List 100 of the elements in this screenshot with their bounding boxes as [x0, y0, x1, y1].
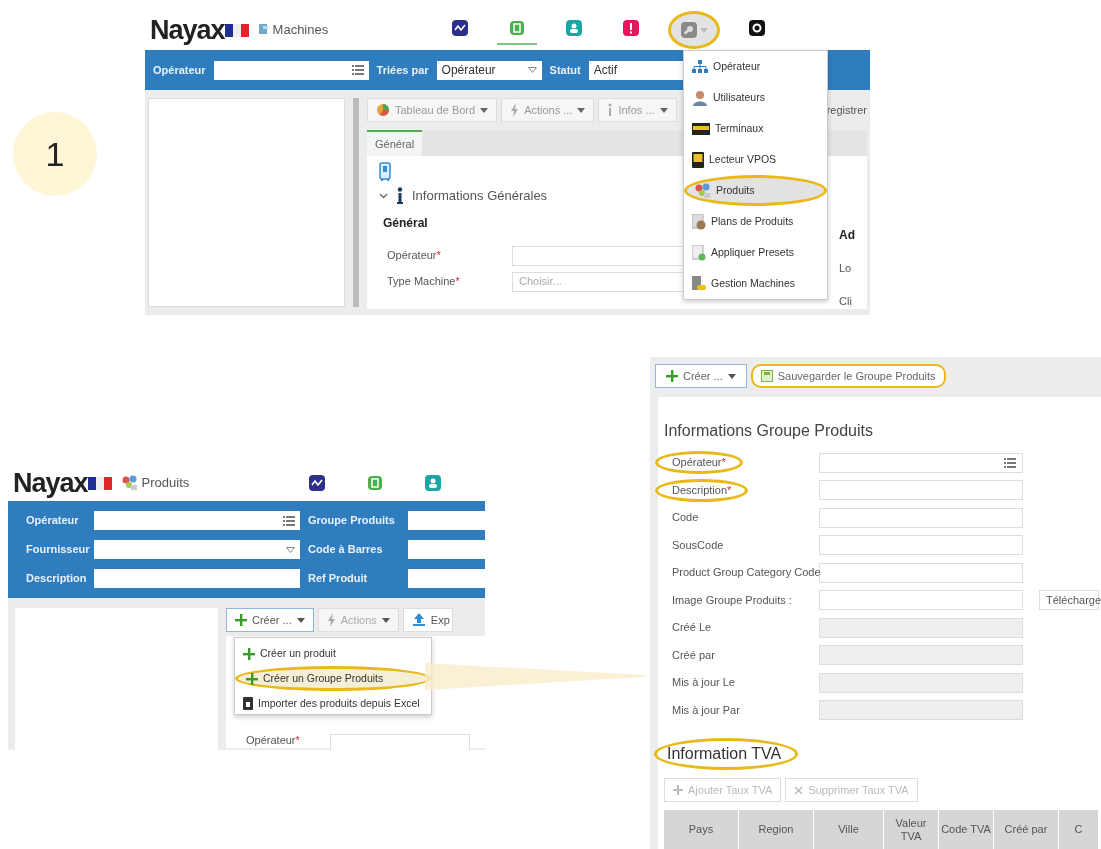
column-header: Créé par [994, 810, 1059, 849]
plus-icon [666, 370, 678, 382]
camera-icon [749, 20, 766, 36]
menu-item[interactable]: Créer un produit [235, 641, 431, 666]
filter-label: Opérateur [153, 62, 206, 78]
upload-button[interactable]: Télécharge [1039, 590, 1099, 611]
input-field[interactable] [819, 535, 1023, 556]
input-field[interactable] [819, 480, 1023, 501]
balloons-icon [695, 182, 711, 199]
field-label: Opérateur* [655, 451, 743, 475]
select-field[interactable] [94, 540, 300, 559]
document-icon [692, 213, 706, 230]
plus-icon [243, 647, 255, 660]
info-icon [396, 186, 404, 205]
column-header: Code TVA [939, 810, 994, 849]
close-icon [794, 785, 804, 795]
list-icon [1004, 457, 1016, 468]
toolbar-button[interactable]: Sauvegarder le Groupe Produits [750, 364, 946, 388]
field-label: Image Groupe Produits : [671, 592, 793, 608]
lookup-field[interactable] [819, 452, 1023, 473]
lightning-icon [510, 103, 520, 117]
chart-icon [452, 20, 469, 36]
toolbar-button[interactable]: Créer ... [226, 608, 314, 632]
text-field[interactable] [408, 540, 485, 559]
text-field[interactable] [94, 569, 300, 588]
field-label: Créé par [671, 647, 716, 663]
flag-icon [87, 475, 114, 491]
list-icon [283, 515, 295, 526]
form-title: Informations Groupe Produits [664, 421, 874, 441]
hierarchy-icon [692, 59, 708, 74]
input-field[interactable] [819, 562, 1023, 583]
lookup-field[interactable] [94, 511, 300, 530]
field-label: Code [671, 510, 700, 526]
tab[interactable]: Général [367, 130, 423, 156]
select-field[interactable]: Opérateur [436, 60, 542, 80]
field-label: Description* [655, 478, 749, 502]
step-number: 1 [13, 112, 97, 196]
people-icon [566, 20, 583, 36]
plus-icon [673, 785, 683, 795]
menu-item[interactable]: Appliquer Presets [684, 237, 827, 268]
terminal-icon [692, 122, 710, 135]
field-label: Opérateur* [246, 732, 300, 748]
text-field[interactable] [408, 569, 485, 588]
field-label: Cli [839, 293, 852, 309]
column-heading: Ad [839, 227, 855, 244]
save-icon [760, 370, 773, 382]
card-reader-icon [692, 151, 704, 168]
menu-item[interactable]: Lecteur VPOS [684, 144, 827, 175]
column-header: Region [739, 810, 814, 849]
column-header: Ville [814, 810, 884, 849]
logo: Nayax [150, 16, 225, 44]
machine-icon [509, 20, 526, 36]
section-title: Information TVA [654, 738, 799, 770]
field-label: Lo [839, 261, 852, 276]
field-label: Type Machine* [387, 274, 461, 290]
input-field[interactable] [819, 507, 1023, 528]
filter-label: Groupe Produits [308, 513, 396, 529]
logo: Nayax [13, 469, 88, 497]
field-label: SousCode [671, 537, 725, 553]
flag-icon [224, 22, 251, 38]
page-title: Machines [272, 21, 329, 40]
dropdown-icon [286, 546, 295, 553]
field-label: Créé Le [671, 620, 713, 636]
caret-icon [577, 107, 586, 113]
filter-label: Statut [549, 62, 581, 78]
column-header: C [1059, 810, 1099, 849]
pie-chart-icon [376, 103, 390, 117]
caret-icon [659, 107, 668, 113]
text-field[interactable] [408, 511, 485, 530]
document-icon [243, 697, 253, 710]
balloons-icon [121, 475, 138, 491]
field-label: Mis à jour Le [671, 675, 736, 691]
plus-icon [235, 614, 247, 626]
page-title: Produits [141, 474, 190, 493]
dropdown-icon [527, 67, 537, 73]
machine-icon [379, 162, 391, 182]
device-icon [692, 275, 706, 292]
toolbar-button[interactable]: Créer ... [655, 364, 747, 388]
filter-label: Triées par [376, 62, 429, 78]
field-label: Mis à jour Par [671, 702, 741, 718]
menu-item[interactable]: Importer des produits depuis Excel [235, 691, 431, 716]
toolbar-button[interactable]: Exp [402, 608, 453, 632]
alert-icon [623, 20, 640, 36]
caret-icon [480, 107, 489, 113]
upload-icon [411, 613, 426, 627]
field-label: Product Group Category Code [671, 565, 822, 581]
input-field[interactable] [329, 734, 470, 750]
column-header: Pays [664, 810, 739, 849]
section-title: Informations Générales [412, 187, 548, 205]
lightning-icon [326, 613, 336, 627]
chart-icon [309, 475, 326, 491]
machine-icon [367, 475, 384, 491]
info-icon [607, 103, 614, 117]
lookup-field[interactable] [213, 60, 369, 80]
menu-item[interactable]: Plans de Produits [684, 206, 827, 237]
caret-icon [381, 617, 390, 623]
input-field[interactable] [819, 590, 1023, 611]
menu-item[interactable]: Produits [684, 175, 827, 206]
caret-icon [727, 373, 736, 379]
document-icon [692, 244, 706, 261]
